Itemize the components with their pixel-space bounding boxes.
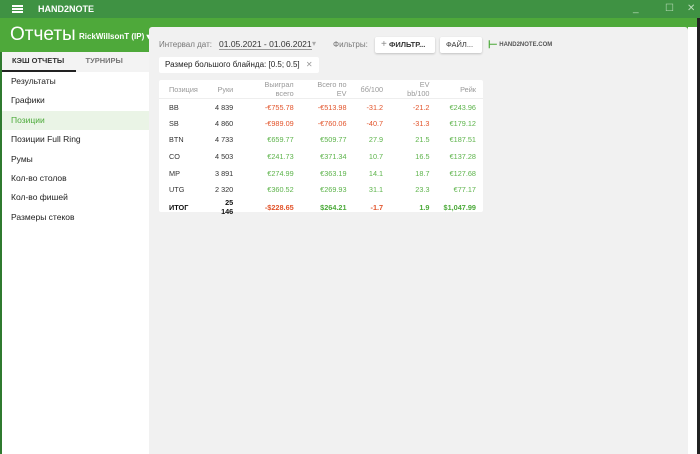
- table-cell: 25 146: [221, 198, 234, 217]
- table-cell: 18.7: [415, 168, 430, 178]
- filter-chip-label: Размер большого блайнда: [0.5; 0.5]: [165, 60, 300, 69]
- table-cell: -$228.65: [264, 202, 294, 212]
- filters-label: Фильтры:: [333, 40, 368, 49]
- table-cell: 27.9: [368, 135, 384, 145]
- app-name: HAND2NOTE: [38, 4, 95, 14]
- table-cell: BB: [169, 102, 179, 112]
- menu-icon[interactable]: [12, 5, 23, 13]
- table-row: SB 4 860 -€989.09 -€760.06 -40.7 -31.3 €179.12: [159, 115, 483, 132]
- sidebar-item[interactable]: Позиции Full Ring: [2, 130, 149, 149]
- table-cell: 2 320: [214, 185, 234, 195]
- column-header[interactable]: Рейк: [436, 80, 483, 99]
- table-cell: -31.3: [412, 118, 430, 128]
- sidebar-item[interactable]: Кол-во фишей: [2, 188, 149, 207]
- table-cell: 4 503: [214, 152, 234, 162]
- table-cell: -21.2: [412, 102, 430, 112]
- table-cell: €241.73: [267, 152, 294, 162]
- chevron-down-icon[interactable]: ▾: [312, 39, 316, 48]
- table-cell: 4 860: [214, 118, 234, 128]
- table-cell: 14.1: [368, 168, 384, 178]
- table-cell: €77.17: [453, 185, 476, 195]
- date-label: Интервал дат:: [159, 40, 212, 49]
- table-cell: €137.28: [449, 152, 476, 162]
- table-cell: €127.68: [449, 168, 476, 178]
- sidebar-item[interactable]: Графики: [2, 91, 149, 110]
- tab-tournaments[interactable]: ТУРНИРЫ: [76, 52, 150, 72]
- page-title: Отчеты: [10, 24, 76, 45]
- column-header[interactable]: Выиграл всего: [240, 80, 301, 99]
- sidebar-item[interactable]: Результаты: [2, 72, 149, 91]
- column-header[interactable]: Позиция: [159, 80, 205, 99]
- column-header[interactable]: бб/100: [353, 80, 391, 99]
- sidebar: КЭШ ОТЧЕТЫ ТУРНИРЫ Результаты Графики Пози…: [0, 52, 149, 454]
- user-selector[interactable]: RickWillsonT (IP) ▾: [79, 32, 151, 41]
- table-cell: -40.7: [366, 118, 384, 128]
- table-cell: €360.52: [267, 185, 294, 195]
- title-bar: HAND2NOTE _ ☐ ✕: [0, 0, 700, 18]
- sidebar-item[interactable]: Румы: [2, 150, 149, 169]
- table-cell: -€989.09: [264, 118, 294, 128]
- close-icon[interactable]: ✕: [306, 60, 313, 69]
- table-cell: €363.19: [320, 168, 347, 178]
- hand2note-logo: ⊢ HAND2NOTE.COM: [488, 39, 553, 51]
- table-cell: 16.5: [415, 152, 430, 162]
- table-cell: €659.77: [267, 135, 294, 145]
- user-name: RickWillsonT (IP): [79, 32, 145, 41]
- table-cell: €371.34: [320, 152, 347, 162]
- sidebar-item[interactable]: Кол-во столов: [2, 169, 149, 188]
- filter-chip: Размер большого блайнда: [0.5; 0.5] ✕: [159, 57, 319, 73]
- table-cell: 21.5: [415, 135, 430, 145]
- table-cell: €269.93: [320, 185, 347, 195]
- table-row: CO 4 503 €241.73 €371.34 10.7 16.5 €137.28: [159, 148, 483, 165]
- table-cell: SB: [169, 118, 179, 128]
- table-cell: CO: [169, 152, 180, 162]
- table-cell: €187.51: [449, 135, 476, 145]
- table-cell: 23.3: [415, 185, 430, 195]
- maximize-icon[interactable]: ☐: [665, 3, 674, 14]
- plus-icon: +: [381, 39, 387, 50]
- table-cell: BTN: [169, 135, 184, 145]
- file-button[interactable]: ФАЙЛ...: [440, 37, 482, 53]
- add-filter-label: ФИЛЬТР...: [388, 40, 426, 49]
- table-cell: -1.7: [370, 202, 384, 212]
- table-cell: -€755.78: [264, 102, 294, 112]
- close-icon[interactable]: ✕: [687, 3, 695, 14]
- positions-table-card: Позиция Руки Выиграл всего Всего по EV бб/10…: [159, 80, 483, 216]
- table-cell: €274.99: [267, 168, 294, 178]
- table-cell: 3 891: [214, 168, 234, 178]
- positions-table: Позиция Руки Выиграл всего Всего по EV бб/10…: [159, 80, 483, 216]
- column-header[interactable]: EV bb/100: [390, 80, 437, 99]
- table-cell: $1,047.99: [443, 202, 476, 212]
- table-cell: -31.2: [366, 102, 384, 112]
- minimize-icon[interactable]: _: [633, 3, 639, 14]
- panel-edge: [688, 27, 697, 454]
- table-cell: €179.12: [449, 118, 476, 128]
- total-row: ИТОГ 25 146 -$228.65 $264.21 -1.7 1.9 $1,047.9…: [159, 198, 483, 216]
- sidebar-item[interactable]: Позиции: [2, 110, 149, 131]
- table-cell: 1.9: [419, 202, 430, 212]
- table-row: BB 4 839 -€755.78 -€513.98 -31.2 -21.2 €243.96: [159, 99, 483, 116]
- table-cell: 4 733: [214, 135, 234, 145]
- table-cell: -€760.06: [317, 118, 347, 128]
- table-cell: 10.7: [368, 152, 384, 162]
- add-filter-button[interactable]: + ФИЛЬТР...: [375, 37, 435, 53]
- sidebar-item[interactable]: Размеры стеков: [2, 208, 149, 227]
- table-cell: -€513.98: [317, 102, 347, 112]
- table-cell: €509.77: [320, 135, 347, 145]
- column-header[interactable]: Руки: [204, 80, 241, 99]
- table-cell: 4 839: [214, 102, 234, 112]
- tab-cash-reports[interactable]: КЭШ ОТЧЕТЫ: [2, 52, 76, 72]
- table-cell: €243.96: [449, 102, 476, 112]
- date-range-select[interactable]: 01.05.2021 - 01.06.2021: [219, 39, 312, 50]
- table-row: UTG 2 320 €360.52 €269.93 31.1 23.3 €77.17: [159, 181, 483, 198]
- table-cell: $264.21: [320, 202, 347, 212]
- table-cell: UTG: [169, 185, 185, 195]
- table-cell: MP: [169, 168, 180, 178]
- table-cell: 31.1: [368, 185, 384, 195]
- column-header[interactable]: Всего по EV: [300, 80, 354, 99]
- table-cell: ИТОГ: [169, 202, 189, 212]
- table-row: BTN 4 733 €659.77 €509.77 27.9 21.5 €187.51: [159, 132, 483, 149]
- table-row: MP 3 891 €274.99 €363.19 14.1 18.7 €127.68: [159, 165, 483, 182]
